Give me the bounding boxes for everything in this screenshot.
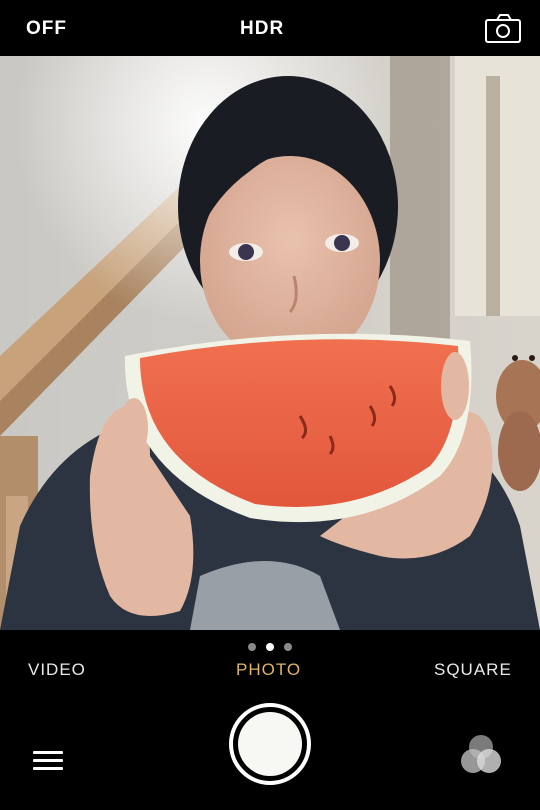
flash-toggle[interactable]: OFF — [26, 18, 67, 40]
bottom-controls: VIDEO PHOTO SQUARE — [0, 630, 540, 810]
camera-flip-icon[interactable] — [484, 12, 524, 44]
filters-icon[interactable] — [458, 733, 504, 777]
hamburger-menu-icon[interactable] — [33, 751, 63, 773]
page-indicator — [246, 641, 294, 653]
page-dot — [248, 643, 256, 651]
mode-video[interactable]: VIDEO — [28, 660, 86, 680]
mode-photo[interactable]: PHOTO — [236, 660, 301, 680]
mode-square[interactable]: SQUARE — [434, 660, 512, 680]
hdr-toggle[interactable]: HDR — [240, 18, 284, 40]
top-bar: OFF HDR — [0, 0, 540, 56]
page-dot — [284, 643, 292, 651]
shutter-button[interactable] — [229, 703, 311, 785]
camera-viewfinder[interactable] — [0, 56, 540, 630]
shutter-core — [238, 712, 302, 776]
page-dot-active — [266, 643, 274, 651]
photo-preview — [0, 56, 540, 630]
